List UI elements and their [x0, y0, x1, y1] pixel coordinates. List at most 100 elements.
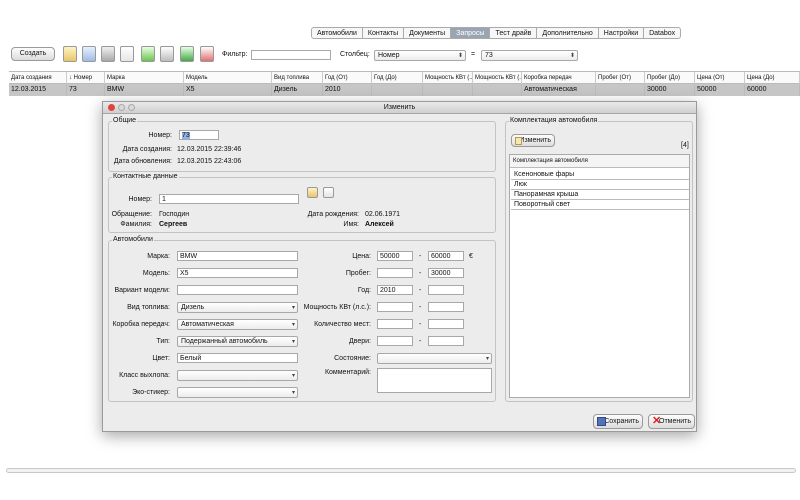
first-name-value: Алексей — [365, 221, 394, 228]
search-icon[interactable] — [323, 187, 334, 198]
column-header[interactable]: Год (От) — [323, 72, 372, 84]
horizontal-scrollbar[interactable] — [6, 468, 796, 473]
table-cell: X5 — [184, 84, 272, 96]
tab-settings[interactable]: Настройки — [599, 28, 645, 38]
general-group: Общие Номер: 73 Дата создания: 12.03.201… — [108, 117, 496, 172]
minimize-window-icon[interactable] — [118, 104, 125, 111]
seats-dash: - — [419, 321, 422, 328]
column-header[interactable]: Коробка передач — [522, 72, 596, 84]
main-tabs: Автомобили Контакты Документы Запросы Те… — [311, 27, 682, 39]
export-pdf-icon[interactable] — [200, 46, 214, 62]
power-to-input[interactable] — [428, 302, 464, 312]
request-number-input[interactable]: 73 — [179, 130, 219, 140]
equipment-group-title: Комплектация автомобиля — [509, 117, 599, 124]
equipment-list: Комплектация автомобиля Ксеноновые фары … — [509, 154, 690, 398]
list-item[interactable]: Панорамная крыша — [511, 190, 689, 200]
comment-textarea[interactable] — [377, 368, 492, 393]
make-label: Марка: — [147, 253, 170, 260]
mileage-to-input[interactable]: 30000 — [428, 268, 464, 278]
edit-equipment-button[interactable]: Изменить — [511, 134, 555, 147]
column-header[interactable]: Мощность КВт (... — [473, 72, 522, 84]
delete-icon[interactable] — [101, 46, 115, 62]
cancel-button[interactable]: ✕ Отменить — [648, 414, 695, 429]
cancel-label: Отменить — [659, 418, 691, 425]
mileage-from-input[interactable] — [377, 268, 413, 278]
column-header[interactable]: Пробег (До) — [645, 72, 695, 84]
variant-input[interactable] — [177, 285, 298, 295]
model-input[interactable]: X5 — [177, 268, 298, 278]
contact-number-input[interactable]: 1 — [159, 194, 299, 204]
open-folder-icon[interactable] — [63, 46, 77, 62]
price-label: Цена: — [352, 253, 371, 260]
year-from-input[interactable]: 2010 — [377, 285, 413, 295]
seats-from-input[interactable] — [377, 319, 413, 329]
close-window-icon[interactable] — [108, 104, 115, 111]
column-header[interactable]: Вид топлива — [272, 72, 323, 84]
column-label: Столбец: — [340, 51, 370, 58]
doors-label: Двери: — [348, 338, 371, 345]
tab-contacts[interactable]: Контакты — [363, 28, 405, 38]
table-cell: 73 — [67, 84, 105, 96]
first-name-label: Имя: — [343, 221, 359, 228]
cars-group-title: Автомобили — [112, 236, 154, 243]
create-button[interactable]: Создать — [11, 47, 55, 61]
doors-from-input[interactable] — [377, 336, 413, 346]
table-cell: Дизель — [272, 84, 323, 96]
column-header[interactable]: Дата создания — [9, 72, 67, 84]
emission-select[interactable]: ▾ — [177, 370, 298, 381]
operator-select[interactable]: = — [468, 50, 475, 61]
year-dash: - — [419, 287, 422, 294]
gearbox-select[interactable]: Автоматическая ▾ — [177, 319, 298, 330]
column-header[interactable]: Год (До) — [372, 72, 423, 84]
tab-additional[interactable]: Дополнительно — [537, 28, 599, 38]
price-from-input[interactable]: 50000 — [377, 251, 413, 261]
refresh-icon[interactable] — [141, 46, 155, 62]
table-cell: Автоматическая — [522, 84, 596, 96]
make-input[interactable]: BMW — [177, 251, 298, 261]
list-item[interactable]: Ксеноновые фары — [511, 170, 689, 180]
condition-select[interactable]: ▾ — [377, 353, 492, 364]
tab-cars[interactable]: Автомобили — [312, 28, 363, 38]
filter-input[interactable] — [251, 50, 331, 60]
export-excel-icon[interactable] — [180, 46, 194, 62]
list-item[interactable]: Люк — [511, 180, 689, 190]
document-icon[interactable] — [120, 46, 134, 62]
column-select[interactable]: Номер ⬍ — [374, 50, 466, 61]
general-group-title: Общие — [112, 117, 138, 124]
column-header[interactable]: Пробег (От) — [596, 72, 645, 84]
cars-group: Автомобили Марка: BMW Модель: X5 Вариант… — [108, 236, 496, 402]
condition-label: Состояние: — [334, 355, 371, 362]
column-header[interactable]: Цена (До) — [745, 72, 800, 84]
tab-test-drive[interactable]: Тест драйв — [490, 28, 538, 38]
column-header[interactable]: Марка — [105, 72, 184, 84]
search-value-select[interactable]: 73 ⬍ — [481, 50, 578, 61]
seats-to-input[interactable] — [428, 319, 464, 329]
price-to-input[interactable]: 60000 — [428, 251, 464, 261]
table-row[interactable]: 12.03.2015 73 BMW X5 Дизель 2010 Автоматическа… — [9, 84, 800, 96]
color-input[interactable]: Белый — [177, 353, 298, 363]
list-item[interactable]: Поворотный свет — [511, 200, 689, 210]
copy-icon[interactable] — [82, 46, 96, 62]
eco-sticker-label: Эко-стикер: — [132, 389, 170, 396]
column-header[interactable]: Модель — [184, 72, 272, 84]
power-from-input[interactable] — [377, 302, 413, 312]
tab-requests[interactable]: Запросы — [451, 28, 491, 38]
year-to-input[interactable] — [428, 285, 464, 295]
column-header[interactable]: ↓ Номер — [67, 72, 105, 84]
save-button[interactable]: Сохранить — [593, 414, 643, 429]
open-folder-icon[interactable] — [307, 187, 318, 198]
type-select[interactable]: Подержанный автомобиль ▾ — [177, 336, 298, 347]
comment-label: Комментарий: — [324, 369, 371, 376]
tab-documents[interactable]: Документы — [404, 28, 452, 38]
save-icon — [597, 417, 606, 426]
eco-sticker-select[interactable]: ▾ — [177, 387, 298, 398]
fuel-select[interactable]: Дизель ▾ — [177, 302, 298, 313]
tab-databox[interactable]: Databox — [644, 28, 680, 38]
gearbox-select-value: Автоматическая — [181, 321, 234, 328]
print-icon[interactable] — [160, 46, 174, 62]
column-header[interactable]: Мощность КВт (... — [423, 72, 473, 84]
doors-to-input[interactable] — [428, 336, 464, 346]
equipment-list-header: Комплектация автомобиля — [510, 155, 689, 168]
column-header[interactable]: Цена (От) — [695, 72, 745, 84]
zoom-window-icon[interactable] — [128, 104, 135, 111]
